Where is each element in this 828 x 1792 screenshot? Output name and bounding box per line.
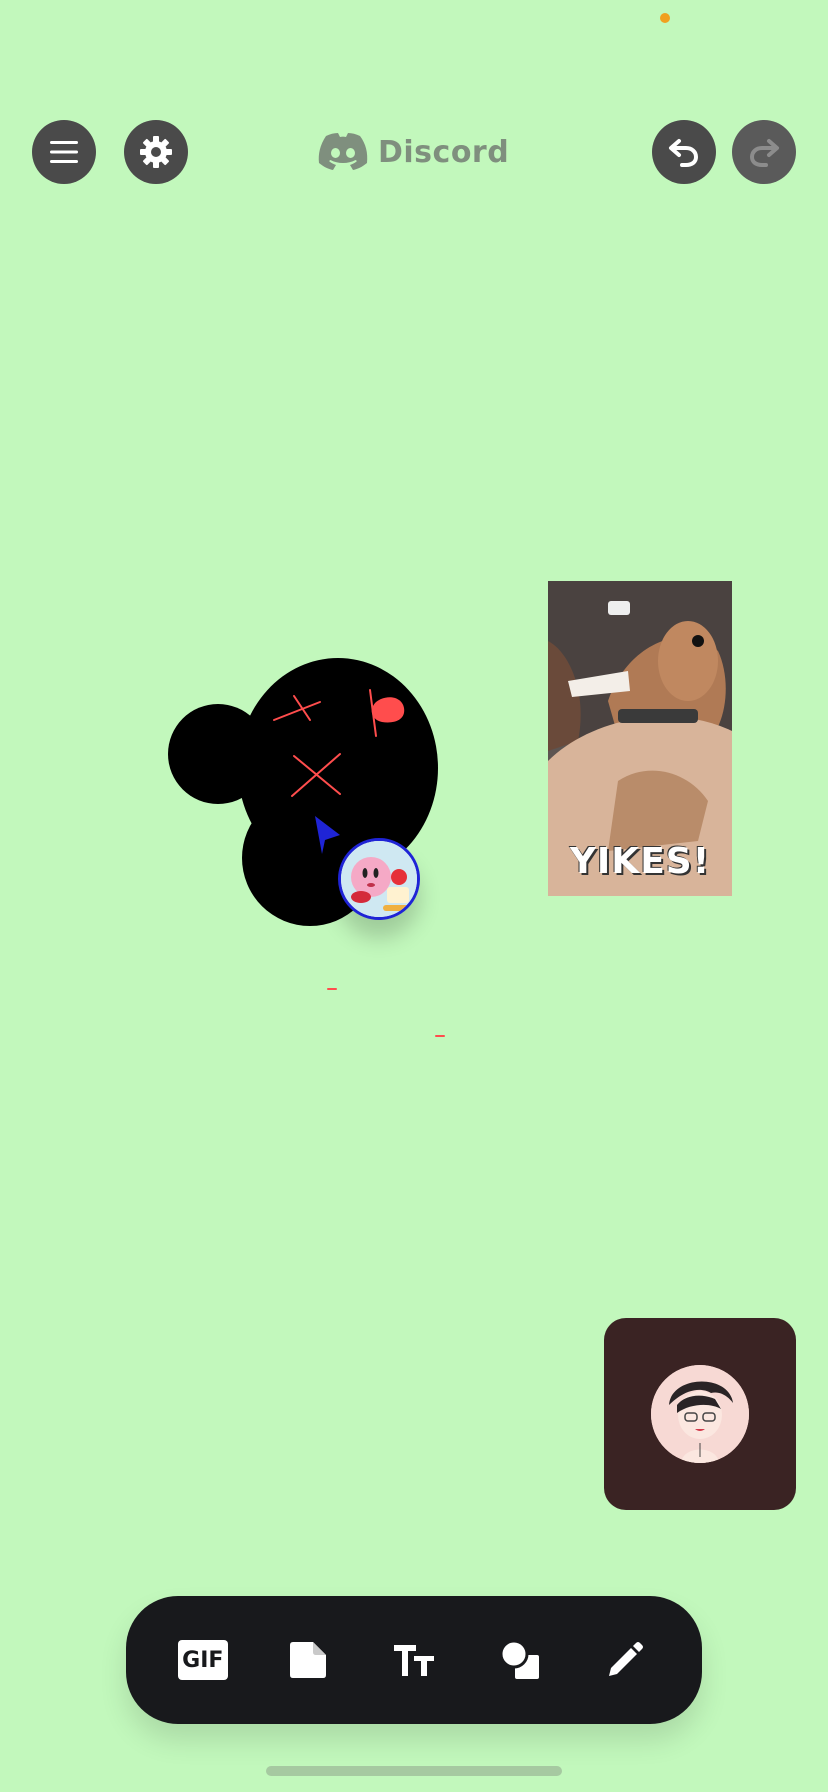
sticky-note-icon: [290, 1642, 327, 1678]
bottom-toolbar: GIF: [126, 1596, 702, 1724]
whiteboard-canvas[interactable]: YIKES!: [0, 0, 828, 1792]
shapes-tool-button[interactable]: [488, 1628, 552, 1692]
voice-call-tile[interactable]: [604, 1318, 796, 1510]
home-indicator: [266, 1766, 562, 1776]
text-icon: [393, 1645, 434, 1676]
kirby-avatar-icon: [341, 841, 417, 917]
shapes-icon: [499, 1639, 539, 1679]
text-tool-button[interactable]: [382, 1628, 446, 1692]
gif-icon: GIF: [177, 1640, 228, 1680]
anime-avatar-icon: [651, 1365, 749, 1463]
user-cursor-avatar: [338, 838, 420, 920]
sticky-note-tool-button[interactable]: [276, 1628, 340, 1692]
pencil-icon: [609, 1642, 644, 1676]
gif-tool-button[interactable]: GIF: [171, 1628, 235, 1692]
participant-avatar: [651, 1365, 749, 1463]
pencil-tool-button[interactable]: [593, 1628, 657, 1692]
gif-card-yikes[interactable]: YIKES!: [548, 581, 732, 896]
gif-caption: YIKES!: [569, 841, 711, 882]
